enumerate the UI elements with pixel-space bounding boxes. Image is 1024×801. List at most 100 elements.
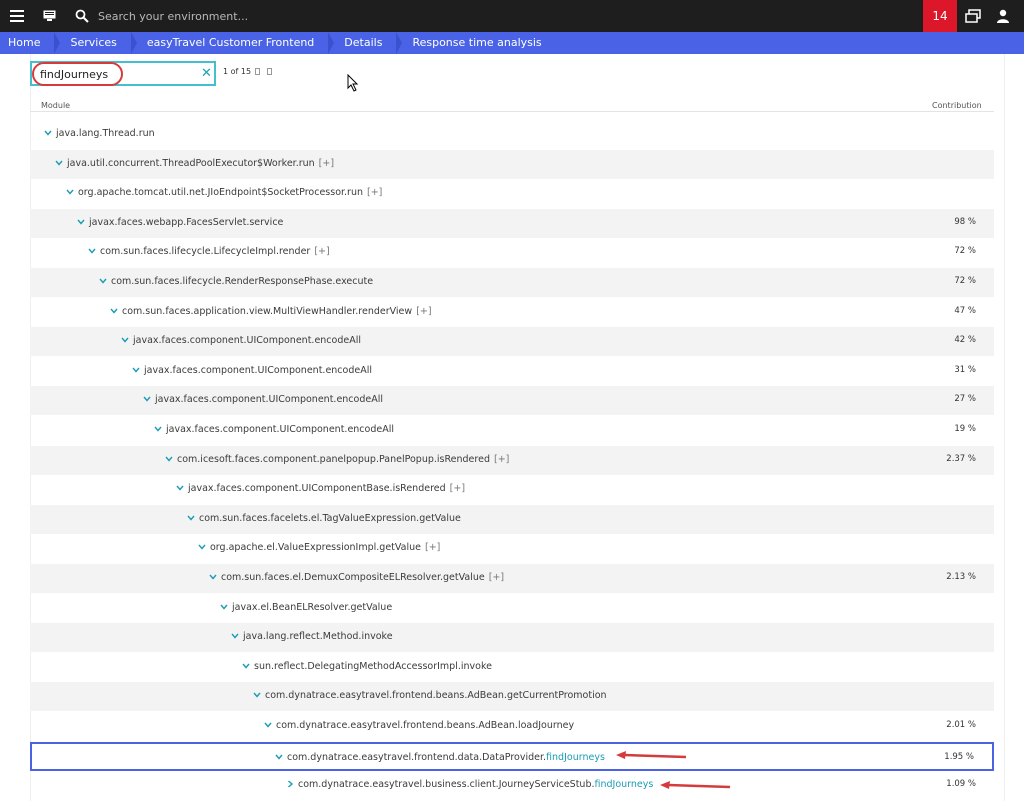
tree-row[interactable]: com.sun.faces.lifecycle.RenderResponsePh… <box>30 268 994 297</box>
user-icon[interactable] <box>996 9 1010 23</box>
tree-row[interactable]: org.apache.el.ValueExpressionImpl.getVal… <box>30 534 994 563</box>
expand-more-link[interactable]: [+] <box>416 306 431 317</box>
breadcrumb-services[interactable]: Services <box>54 32 138 54</box>
chevron-down-icon[interactable] <box>275 753 283 761</box>
chevron-down-icon[interactable] <box>44 129 52 137</box>
contribution-value: 72 % <box>954 246 976 257</box>
chevron-down-icon[interactable] <box>220 603 228 611</box>
chevron-down-icon[interactable] <box>165 455 173 463</box>
tree-row[interactable]: com.dynatrace.easytravel.business.client… <box>30 771 994 800</box>
monitor-icon[interactable] <box>43 10 56 21</box>
method-name: com.dynatrace.easytravel.business.client… <box>298 779 595 791</box>
tree-row[interactable]: javax.faces.component.UIComponent.encode… <box>30 416 994 445</box>
breadcrumb-details[interactable]: Details <box>328 32 403 54</box>
column-header-contribution: Contribution <box>932 101 982 110</box>
tree-row[interactable]: sun.reflect.DelegatingMethodAccessorImpl… <box>30 653 994 682</box>
expand-more-link[interactable]: [+] <box>314 246 329 257</box>
chevron-down-icon[interactable] <box>231 632 239 640</box>
chevron-down-icon[interactable] <box>187 514 195 522</box>
tree-row-label: com.dynatrace.easytravel.business.client… <box>298 779 653 790</box>
contribution-value: 1.09 % <box>946 779 976 790</box>
chevron-down-icon[interactable] <box>77 218 85 226</box>
menu-icon[interactable] <box>10 10 24 22</box>
header-divider <box>30 111 994 112</box>
expand-more-link[interactable]: [+] <box>367 187 382 198</box>
tree-row[interactable]: java.util.concurrent.ThreadPoolExecutor$… <box>30 149 994 179</box>
chevron-down-icon[interactable] <box>121 336 129 344</box>
expand-more-link[interactable]: [+] <box>450 483 465 494</box>
breadcrumb-home[interactable]: Home <box>0 32 62 54</box>
windows-icon[interactable] <box>965 9 981 23</box>
chevron-down-icon[interactable] <box>209 573 217 581</box>
method-name: com.dynatrace.easytravel.frontend.data.D… <box>287 751 547 763</box>
chevron-down-icon[interactable] <box>55 159 63 167</box>
tree-search-input[interactable] <box>40 66 190 82</box>
expand-more-link[interactable]: [+] <box>494 454 509 465</box>
tree-row[interactable]: java.lang.Thread.run <box>30 120 994 149</box>
method-name: javax.faces.component.UIComponent.encode… <box>133 335 361 347</box>
tree-row[interactable]: javax.faces.component.UIComponent.encode… <box>30 386 994 416</box>
tree-row[interactable]: com.sun.faces.application.view.MultiView… <box>30 298 994 327</box>
tree-row-label: com.sun.faces.lifecycle.LifecycleImpl.re… <box>100 246 330 257</box>
chevron-down-icon[interactable] <box>88 247 96 255</box>
environment-search-input[interactable] <box>92 6 392 26</box>
chevron-right-icon[interactable] <box>286 780 294 788</box>
chevron-down-icon[interactable] <box>154 425 162 433</box>
method-name: java.lang.Thread.run <box>56 128 155 139</box>
search-icon[interactable] <box>75 9 89 23</box>
chevron-down-icon[interactable] <box>143 395 151 403</box>
tree-row-label: com.sun.faces.application.view.MultiView… <box>122 306 432 317</box>
tree-row[interactable]: javax.faces.component.UIComponent.encode… <box>30 357 994 386</box>
tree-row-label: com.icesoft.faces.component.panelpopup.P… <box>177 454 509 465</box>
expand-more-link[interactable]: [+] <box>425 542 440 553</box>
annotation-arrow <box>660 781 731 789</box>
tree-row[interactable]: org.apache.tomcat.util.net.JIoEndpoint$S… <box>30 179 994 208</box>
chevron-down-icon[interactable] <box>99 277 107 285</box>
tree-row-label: com.sun.faces.facelets.el.TagValueExpres… <box>199 513 461 524</box>
tree-row[interactable]: com.dynatrace.easytravel.frontend.beans.… <box>30 712 994 741</box>
tree-row[interactable]: com.sun.faces.facelets.el.TagValueExpres… <box>30 504 994 534</box>
column-header-module: Module <box>41 101 71 110</box>
chevron-down-icon[interactable] <box>242 662 250 670</box>
expand-more-link[interactable]: [+] <box>489 572 504 583</box>
chevron-down-icon[interactable] <box>253 691 261 699</box>
chevron-down-icon[interactable] <box>132 366 140 374</box>
chevron-down-icon[interactable] <box>110 307 118 315</box>
top-bar: 14 <box>0 0 1024 32</box>
expand-more-link[interactable]: [+] <box>319 158 334 169</box>
chevron-down-icon[interactable] <box>66 188 74 196</box>
tree-row[interactable]: javax.faces.webapp.FacesServlet.service 9… <box>30 208 994 238</box>
notification-badge[interactable]: 14 <box>923 0 957 32</box>
next-result-icon[interactable] <box>267 68 272 75</box>
tree-row-label: javax.faces.component.UIComponent.encode… <box>133 335 361 346</box>
search-match-highlight: findJourneys <box>594 779 654 791</box>
clear-icon[interactable]: ✕ <box>201 66 212 82</box>
tree-row-label: javax.faces.component.UIComponent.encode… <box>144 365 372 376</box>
tree-row[interactable]: javax.faces.component.UIComponentBase.is… <box>30 475 994 504</box>
tree-row[interactable]: java.lang.reflect.Method.invoke <box>30 623 994 653</box>
chevron-down-icon[interactable] <box>198 543 206 551</box>
tree-row-selected[interactable]: com.dynatrace.easytravel.frontend.data.D… <box>30 741 994 771</box>
method-name: com.sun.faces.application.view.MultiView… <box>122 305 413 317</box>
mouse-cursor-icon <box>347 74 359 92</box>
chevron-down-icon[interactable] <box>264 721 272 729</box>
tree-row-label: javax.faces.component.UIComponent.encode… <box>166 424 394 435</box>
tree-row-label: java.lang.reflect.Method.invoke <box>243 631 393 642</box>
tree-row-label: com.sun.faces.el.DemuxCompositeELResolve… <box>221 572 504 583</box>
tree-row[interactable]: javax.el.BeanELResolver.getValue <box>30 594 994 623</box>
method-name: javax.faces.component.UIComponent.encode… <box>144 364 372 376</box>
method-name: com.sun.faces.lifecycle.LifecycleImpl.re… <box>100 246 311 258</box>
breadcrumb-response-time-analysis[interactable]: Response time analysis <box>396 32 555 54</box>
breadcrumb-service[interactable]: easyTravel Customer Frontend <box>131 32 335 54</box>
tree-row[interactable]: com.sun.faces.lifecycle.LifecycleImpl.re… <box>30 238 994 267</box>
previous-result-icon[interactable] <box>255 68 260 75</box>
method-name: sun.reflect.DelegatingMethodAccessorImpl… <box>254 660 492 672</box>
tree-row-label: com.sun.faces.lifecycle.RenderResponsePh… <box>111 276 373 287</box>
tree-row[interactable]: javax.faces.component.UIComponent.encode… <box>30 327 994 357</box>
tree-row-label: java.lang.Thread.run <box>56 128 155 139</box>
tree-row[interactable]: com.sun.faces.el.DemuxCompositeELResolve… <box>30 564 994 593</box>
tree-row[interactable]: com.dynatrace.easytravel.frontend.beans.… <box>30 682 994 712</box>
tree-row[interactable]: com.icesoft.faces.component.panelpopup.P… <box>30 445 994 475</box>
method-name: com.sun.faces.facelets.el.TagValueExpres… <box>199 512 461 524</box>
chevron-down-icon[interactable] <box>176 484 184 492</box>
